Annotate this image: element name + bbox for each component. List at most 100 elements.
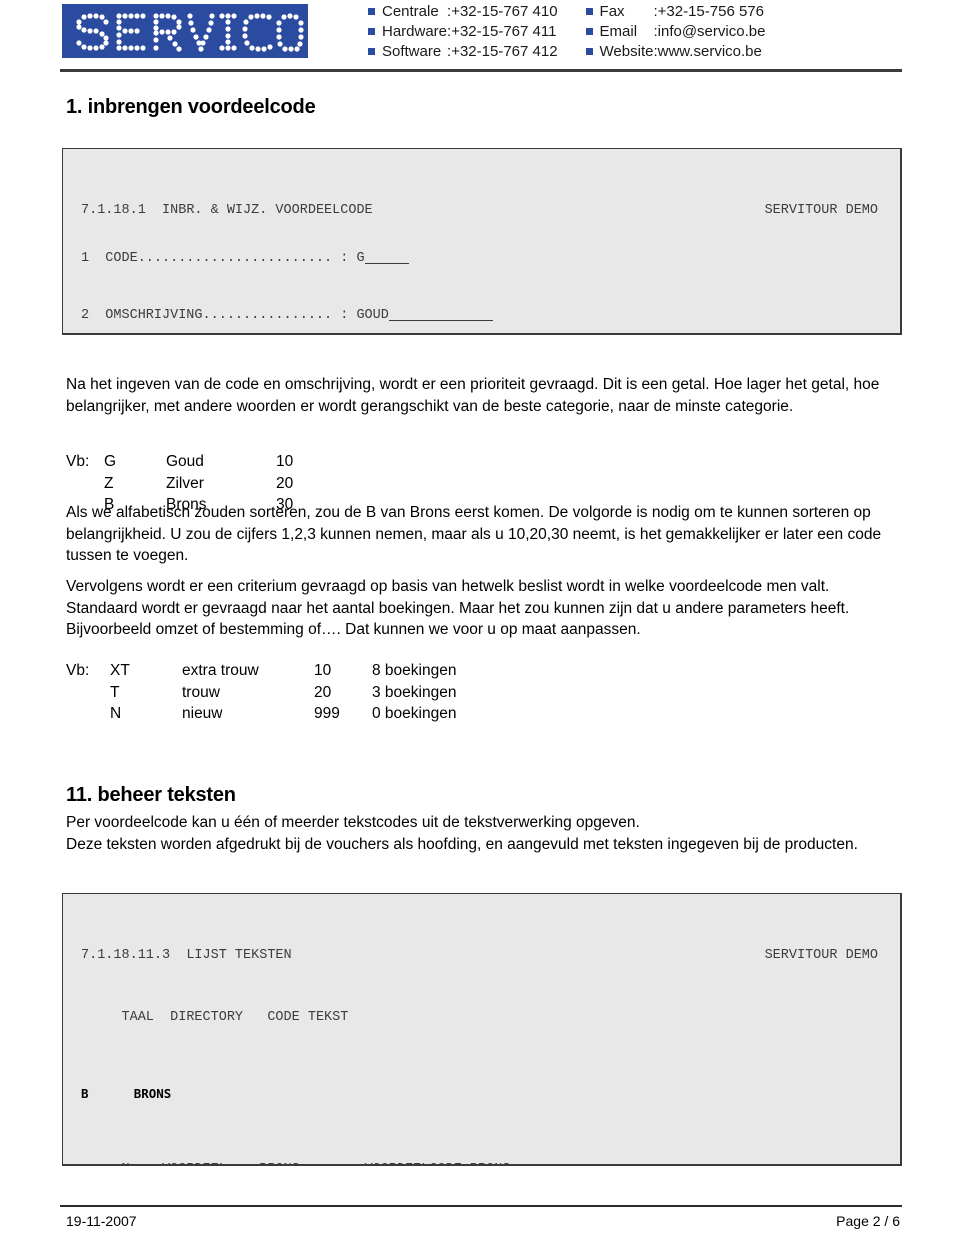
contact-row: Software : +32-15-767 412 Website : www.… (368, 42, 765, 62)
contact-gap (558, 2, 586, 22)
contact-label-text: Hardware (382, 23, 448, 40)
contact-label-hardware: Hardware (368, 22, 447, 42)
example-name: nieuw (182, 705, 223, 722)
contact-label-text: Email (599, 23, 638, 40)
field-number: 1 (81, 251, 90, 266)
servico-logo (62, 4, 308, 58)
example-name: trouw (182, 683, 220, 701)
example-name: extra trouw (182, 662, 259, 679)
contact-gap (558, 22, 586, 42)
square-bullet-icon (585, 8, 593, 15)
example-prio: 20 (314, 683, 332, 701)
paragraph-sorteren: Als we alfabetisch zouden sorteren, zou … (66, 504, 882, 564)
example-prefix: Vb: (66, 453, 90, 470)
contact-label-email: Email (585, 22, 654, 42)
contact-value-email[interactable]: info@servico.be (658, 22, 766, 42)
field-value[interactable]: G (356, 251, 364, 266)
footer-divider (60, 1205, 902, 1207)
contact-row: Centrale : +32-15-767 410 Fax : +32-15-7… (368, 2, 765, 22)
terminal-header-row: 7.1.18.11.3 LIJST TEKSTEN SERVITOUR DEMO (63, 932, 900, 968)
contact-row: Hardware : +32-15-767 411 Email : info@s… (368, 22, 765, 42)
example-bookings: 8 boekingen (372, 662, 457, 679)
example-prio: 10 (314, 662, 332, 679)
table-row: T trouw 20 3 boekingen (66, 682, 456, 704)
contact-value-website[interactable]: www.servico.be (658, 42, 766, 62)
example-bookings: 0 boekingen (372, 705, 457, 722)
field-label: OMSCHRIJVING................ : (105, 308, 349, 323)
example-code: XT (110, 662, 130, 679)
header-divider (60, 69, 902, 72)
example-code: G (104, 453, 117, 470)
contact-info-table: Centrale : +32-15-767 410 Fax : +32-15-7… (368, 2, 765, 62)
square-bullet-icon (368, 8, 375, 15)
section-heading-11: 11. beheer teksten (66, 784, 236, 806)
terminal-screen-code-title: 7.1.18.11.3 LIJST TEKSTEN (81, 948, 292, 963)
contact-label-centrale: Centrale (368, 2, 447, 22)
contact-value-software: +32-15-767 412 (451, 43, 558, 60)
example-code: Z (104, 474, 114, 492)
example-code: N (110, 705, 122, 722)
square-bullet-icon (585, 48, 593, 55)
contact-value-centrale: +32-15-767 410 (451, 3, 558, 20)
contact-label-software: Software (368, 42, 447, 62)
servico-logo-dotmatrix-icon (76, 13, 304, 52)
example-name: Goud (166, 453, 204, 470)
contact-label-fax: Fax (585, 2, 654, 22)
terminal-app-name: SERVITOUR DEMO (764, 203, 878, 218)
table-row-group: B BRONS (81, 1084, 519, 1103)
group-code: B (81, 1086, 89, 1101)
field-number: 2 (81, 308, 90, 323)
table-row: Vb: XT extra trouw 10 8 boekingen (66, 660, 456, 682)
contact-label-website: Website (585, 42, 654, 62)
example-prefix-empty (66, 682, 110, 704)
section-heading-1: 1. inbrengen voordeelcode (66, 96, 316, 118)
terminal-text-table: TAAL DIRECTORY CODE TEKST B BRONS N VOOR… (81, 970, 519, 1164)
cell-directory: VOORDEEL (162, 1162, 227, 1164)
terminal-screen-voordeelcode: 7.1.18.1 INBR. & WIJZ. VOORDEELCODE SERV… (62, 148, 902, 335)
page-header: Centrale : +32-15-767 410 Fax : +32-15-7… (0, 0, 960, 72)
example-prio: 20 (276, 474, 294, 492)
field-label: CODE........................ : (105, 251, 349, 266)
paragraph-prioriteit: Na het ingeven van de code en omschrijvi… (66, 376, 880, 415)
table-row: Z Zilver 20 (66, 473, 338, 495)
footer-date: 19-11-2007 (66, 1213, 137, 1229)
square-bullet-icon (585, 28, 593, 35)
contact-value-fax: +32-15-756 576 (657, 3, 764, 20)
table-column-headers: TAAL DIRECTORY CODE TEKST (81, 1010, 349, 1025)
example-table-boekingen: Vb: XT extra trouw 10 8 boekingen T trou… (66, 660, 456, 725)
example-name: Zilver (166, 474, 204, 492)
contact-label-text: Fax (599, 3, 625, 20)
example-prefix-empty (66, 703, 110, 725)
contact-gap (558, 42, 586, 62)
footer-page-number: Page 2 / 6 (836, 1213, 900, 1229)
contact-value-hardware: +32-15-767 411 (451, 23, 557, 40)
table-row: N VOORDEEL BRONS VOORDEELCODE BRONS (81, 1160, 519, 1164)
field-input-fill[interactable] (388, 307, 493, 321)
contact-label-text: Software (382, 43, 442, 60)
group-name: BRONS (133, 1086, 172, 1101)
cell-code: BRONS (259, 1162, 300, 1164)
example-code: T (110, 683, 120, 701)
table-row: Vb: G Goud 10 (66, 451, 338, 473)
cell-tekst: VOORDEELCODE BRONS (365, 1162, 511, 1164)
square-bullet-icon (368, 28, 375, 35)
contact-label-text: Centrale (382, 3, 439, 20)
paragraph-beheer-teksten: Per voordeelcode kan u één of meerder te… (66, 814, 858, 853)
example-bookings: 3 boekingen (372, 683, 457, 701)
example-prio: 999 (314, 705, 340, 722)
terminal-app-name: SERVITOUR DEMO (764, 948, 878, 963)
terminal-field-list: 1 CODE........................ : G 2 OMSCH… (81, 211, 493, 333)
example-prefix-empty (66, 473, 104, 495)
field-value[interactable]: GOUD (356, 308, 388, 323)
terminal-screen-lijst-teksten: 7.1.18.11.3 LIJST TEKSTEN SERVITOUR DEMO… (62, 893, 902, 1166)
cell-taal: N (122, 1162, 130, 1164)
table-row: N nieuw 999 0 boekingen (66, 703, 456, 725)
example-prio: 10 (276, 453, 294, 470)
field-input-fill[interactable] (364, 250, 409, 264)
example-prefix: Vb: (66, 662, 90, 679)
contact-label-text: Website (599, 43, 654, 60)
terminal-field-row-2: 2 OMSCHRIJVING................ : GOUD (81, 306, 493, 325)
square-bullet-icon (368, 48, 375, 55)
paragraph-criterium: Vervolgens wordt er een criterium gevraa… (66, 578, 850, 638)
terminal-field-row-1: 1 CODE........................ : G (81, 249, 493, 268)
